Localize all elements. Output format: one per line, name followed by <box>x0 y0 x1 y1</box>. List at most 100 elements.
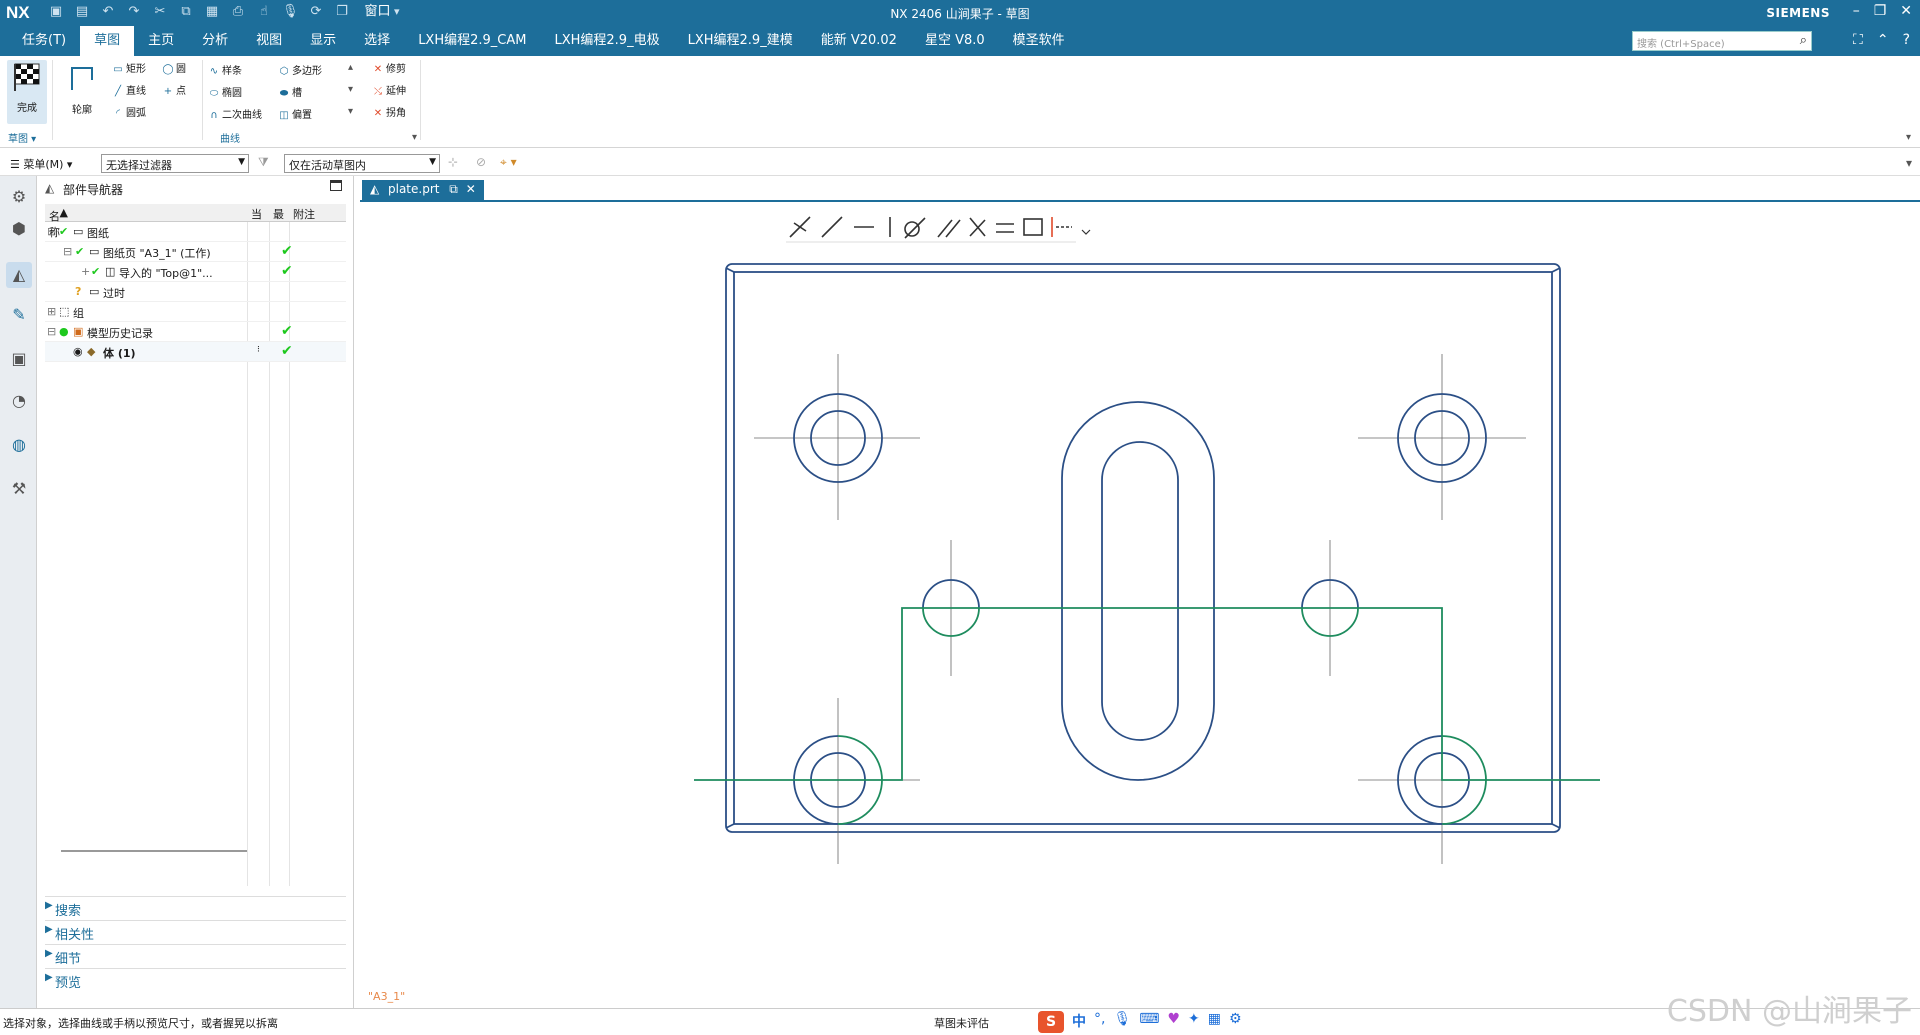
plate-outline[interactable] <box>725 263 1561 833</box>
expand-toggle[interactable]: + <box>81 265 90 278</box>
snap-point-icon[interactable]: ⌖ ▾ <box>500 155 517 170</box>
finish-label: 完成 <box>17 103 37 114</box>
tab-1[interactable]: 草图 <box>80 26 135 56</box>
curve-group-menu[interactable]: ▾ <box>412 132 417 143</box>
tab-0[interactable]: 任务(T) <box>8 26 80 56</box>
center-slot[interactable] <box>1061 401 1215 781</box>
collapse-toggle[interactable]: ⊟ <box>47 225 56 238</box>
ime-keyboard-icon[interactable]: ⌨ <box>1139 1011 1159 1033</box>
section-preview[interactable]: ▶ 预览 <box>45 968 346 991</box>
tab-10[interactable]: 能新 V20.02 <box>807 26 911 56</box>
tab-11[interactable]: 星空 V8.0 <box>911 26 999 56</box>
restore-icon[interactable]: ❐ <box>1874 3 1887 19</box>
ime-voice-icon[interactable]: 🎙 <box>1113 1011 1131 1033</box>
selection-scope-select[interactable]: 仅在活动草图内 ▼ <box>284 154 440 173</box>
tree-row-body[interactable]: ◉ ◆ 体 (1) ⁝ ✔ <box>45 342 346 362</box>
ime-punctuation-icon[interactable]: °, <box>1094 1011 1105 1033</box>
tab-6[interactable]: 选择 <box>350 26 404 56</box>
horizontal-scrollbar[interactable] <box>61 850 247 852</box>
visibility-eye-icon[interactable]: ◉ <box>73 345 83 358</box>
corner-label: 拐角 <box>386 108 406 119</box>
ime-settings-icon[interactable]: ⚙ <box>1229 1011 1242 1033</box>
fullscreen-icon[interactable]: ⛶ <box>1853 32 1863 48</box>
collapse-toggle[interactable]: ⊟ <box>47 325 56 338</box>
tree-row-label: 导入的 "Top@1"... <box>119 267 213 280</box>
tree-row-outdated[interactable]: ? ▭ 过时 <box>45 282 346 302</box>
toolbar-overflow[interactable]: ▾ <box>1906 156 1912 170</box>
curve-gallery-scroll-up[interactable]: ▴ <box>348 62 353 73</box>
col-name[interactable]: 名称 ▲ <box>49 206 68 239</box>
ime-toolbox-icon[interactable]: ▦ <box>1208 1011 1221 1033</box>
detach-icon[interactable]: ⧉ <box>449 182 458 196</box>
trim-button[interactable]: ✕ 修剪 <box>370 60 406 75</box>
tab-9[interactable]: LXH编程2.9_建模 <box>674 26 807 56</box>
tree-row-model-history[interactable]: ⊟ ● ▣ 模型历史记录 ✔ <box>45 322 346 342</box>
tab-7[interactable]: LXH编程2.9_CAM <box>404 26 540 56</box>
reuse-library-icon[interactable]: ▣ <box>6 346 32 372</box>
collapse-toggle[interactable]: ⊟ <box>63 245 72 258</box>
profile-button[interactable]: 轮廓 <box>62 62 102 116</box>
tab-8[interactable]: LXH编程2.9_电极 <box>540 26 673 56</box>
sketch-navigator-icon[interactable]: ✎ <box>6 302 32 328</box>
offset-button[interactable]: ◫ 偏置 <box>276 106 312 121</box>
tab-12[interactable]: 模圣软件 <box>999 26 1079 56</box>
tree-row-imported-view[interactable]: + ✔ ◫ 导入的 "Top@1"... ✔ <box>45 262 346 282</box>
finish-sketch-button[interactable]: 完成 <box>7 60 47 124</box>
minimize-icon[interactable]: – <box>1853 3 1860 19</box>
extend-button[interactable]: ⤯ 延伸 <box>370 82 406 97</box>
select-all-icon[interactable]: ⊹ <box>448 155 458 169</box>
ime-logo-icon[interactable]: S <box>1038 1011 1064 1033</box>
curve-gallery-scroll-down[interactable]: ▾ <box>348 84 353 95</box>
settings-icon[interactable]: ⚙ <box>6 184 32 210</box>
close-icon[interactable]: ✕ <box>1900 3 1912 19</box>
part-navigator-icon[interactable]: ◭ <box>6 262 32 288</box>
roles-icon[interactable]: ⚒ <box>6 476 32 502</box>
collapse-ribbon-icon[interactable]: ⌃ <box>1877 32 1889 48</box>
ribbon-overflow[interactable]: ▾ <box>1906 132 1911 143</box>
expand-toggle[interactable]: ⊞ <box>47 305 56 318</box>
tree-row-group[interactable]: ⊞ ⬚ 组 <box>45 302 346 322</box>
point-button[interactable]: + 点 <box>160 82 186 97</box>
section-dependencies[interactable]: ▶ 相关性 <box>45 920 346 943</box>
maximize-panel-icon[interactable] <box>330 180 342 191</box>
slot-button[interactable]: ⬬ 槽 <box>276 84 302 99</box>
col-note[interactable]: 附注 <box>293 206 315 222</box>
section-details[interactable]: ▶ 细节 <box>45 944 346 967</box>
document-tab[interactable]: ◭ plate.prt ⧉ ✕ <box>362 180 484 200</box>
help-icon[interactable]: ? <box>1903 32 1910 48</box>
col-current[interactable]: 当 <box>251 206 262 222</box>
spline-button[interactable]: ∿ 样条 <box>206 62 242 77</box>
ellipse-button[interactable]: ⬭ 椭圆 <box>206 84 242 99</box>
search-icon[interactable]: ⌕ <box>1800 33 1807 48</box>
curve-gallery-expand[interactable]: ▾ <box>348 106 353 117</box>
ime-skin-icon[interactable]: ♥ <box>1167 1011 1180 1033</box>
tab-3[interactable]: 分析 <box>188 26 242 56</box>
section-search[interactable]: ▶ 搜索 <box>45 896 346 919</box>
conic-button[interactable]: ∩ 二次曲线 <box>206 106 262 121</box>
tree-row-sheet[interactable]: ⊟ ✔ ▭ 图纸页 "A3_1" (工作) ✔ <box>45 242 346 262</box>
line-button[interactable]: ╱ 直线 <box>110 82 146 97</box>
main-menu-button[interactable]: ☰ 菜单(M) ▾ <box>10 156 72 172</box>
history-icon[interactable]: ◔ <box>6 388 32 414</box>
reset-filter-icon[interactable]: ⧩ <box>258 155 269 170</box>
rectangle-button[interactable]: ▭ 矩形 <box>110 60 146 75</box>
tree-row-drawing[interactable]: ⊟ ✔ ▭ 图纸 <box>45 222 346 242</box>
ime-language-toggle[interactable]: 中 <box>1072 1011 1086 1033</box>
polygon-button[interactable]: ⬡ 多边形 <box>276 62 322 77</box>
close-tab-icon[interactable]: ✕ <box>466 182 476 196</box>
assembly-navigator-icon[interactable]: ⬢ <box>6 216 32 242</box>
type-filter-select[interactable]: 无选择过滤器 ▼ <box>101 154 249 173</box>
command-search-input[interactable]: 搜索 (Ctrl+Space) ⌕ <box>1632 31 1812 51</box>
graphics-window[interactable]: "A3_1" <box>360 200 1920 1008</box>
web-browser-icon[interactable]: ◍ <box>6 432 32 458</box>
drawing-canvas[interactable] <box>360 202 1920 1008</box>
tab-2[interactable]: 主页 <box>134 26 188 56</box>
corner-button[interactable]: ✕ 拐角 <box>370 104 406 119</box>
deselect-icon[interactable]: ⊘ <box>476 155 486 169</box>
ime-game-icon[interactable]: ✦ <box>1188 1011 1200 1033</box>
tab-5[interactable]: 显示 <box>296 26 350 56</box>
col-latest[interactable]: 最 <box>273 206 284 222</box>
circle-button[interactable]: ◯ 圆 <box>160 60 186 75</box>
arc-button[interactable]: ◜ 圆弧 <box>110 104 146 119</box>
tab-4[interactable]: 视图 <box>242 26 296 56</box>
